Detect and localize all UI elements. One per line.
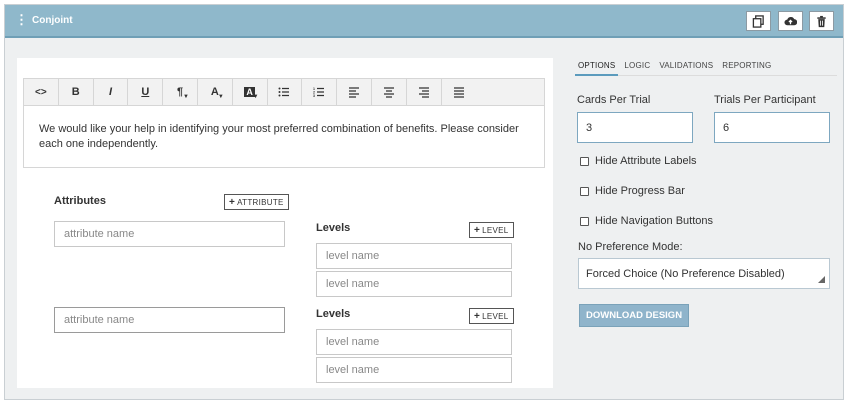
trash-icon [817, 15, 826, 27]
hide-attribute-labels-checkbox[interactable]: Hide Attribute Labels [580, 155, 697, 167]
levels-heading-1: Levels [316, 222, 351, 234]
svg-text:3: 3 [313, 94, 315, 98]
cards-per-trial-label: Cards Per Trial [577, 94, 651, 106]
bold-button[interactable]: B [59, 79, 94, 105]
code-button[interactable]: <> [24, 79, 59, 105]
plus-icon: + [474, 310, 481, 322]
options-sidebar: OPTIONS LOGIC VALIDATIONS REPORTING Cards P… [575, 58, 837, 388]
checkbox-box[interactable] [580, 216, 589, 226]
numbered-list-button[interactable]: 123 [302, 79, 338, 105]
rich-text-toolbar: <> B I U ¶ ▼ A ▼ A ▼ 1 2 3 [23, 78, 545, 106]
no-preference-mode-select[interactable]: Forced Choice (No Preference Disabled) [578, 258, 830, 289]
hide-navigation-buttons-checkbox[interactable]: Hide Navigation Buttons [580, 215, 713, 227]
conjoint-question-panel: ⋮ Conjoint <> B I U ¶ ▼ A ▼ A ▼ 1 2 3 We would like … [4, 4, 844, 400]
caret-icon: ▼ [217, 94, 224, 100]
justify-icon [453, 86, 465, 98]
question-text-editor[interactable]: We would like your help in identifying y… [23, 106, 545, 168]
level-name-input-2a[interactable]: level name [316, 329, 512, 355]
bold-icon: B [71, 86, 80, 98]
justify-button[interactable] [442, 79, 477, 105]
highlight-button[interactable]: A ▼ [233, 79, 268, 105]
tab-reporting[interactable]: REPORTING [719, 58, 774, 76]
add-level-button-2[interactable]: + LEVEL [469, 308, 514, 324]
checkbox-box[interactable] [580, 156, 589, 166]
align-right-button[interactable] [407, 79, 442, 105]
italic-button[interactable]: I [94, 79, 129, 105]
copy-button[interactable] [746, 11, 771, 31]
trials-per-participant-input[interactable]: 6 [714, 112, 830, 143]
upload-button[interactable] [778, 11, 803, 31]
align-center-icon [383, 86, 395, 98]
add-attribute-button[interactable]: + ATTRIBUTE [224, 194, 289, 210]
options-tabs: OPTIONS LOGIC VALIDATIONS REPORTING [575, 58, 837, 76]
attributes-heading: Attributes [54, 195, 106, 207]
no-preference-mode-label: No Preference Mode: [578, 241, 683, 253]
underline-button[interactable]: U [128, 79, 164, 105]
add-level-button-1[interactable]: + LEVEL [469, 222, 514, 238]
trials-per-participant-label: Trials Per Participant [714, 94, 816, 106]
align-center-button[interactable] [372, 79, 407, 105]
paragraph-button[interactable]: ¶ ▼ [163, 79, 198, 105]
copy-icon [752, 14, 764, 28]
tab-options[interactable]: OPTIONS [575, 58, 619, 76]
plus-icon: + [229, 196, 236, 208]
align-left-button[interactable] [337, 79, 372, 105]
font-color-button[interactable]: A ▼ [198, 79, 233, 105]
upload-icon [784, 16, 797, 25]
question-editor-area: <> B I U ¶ ▼ A ▼ A ▼ 1 2 3 We would like your help i… [17, 58, 553, 388]
italic-icon: I [108, 86, 113, 98]
level-name-input-2b[interactable]: level name [316, 357, 512, 383]
align-left-icon [348, 86, 360, 98]
caret-icon: ▼ [252, 94, 259, 100]
level-name-input-1b[interactable]: level name [316, 271, 512, 297]
numbered-list-icon: 123 [313, 86, 325, 98]
code-icon: <> [35, 86, 47, 98]
caret-icon: ▼ [183, 94, 189, 100]
delete-button[interactable] [809, 11, 834, 31]
attribute-name-input-1[interactable]: attribute name [54, 221, 285, 247]
bullet-list-button[interactable] [268, 79, 303, 105]
plus-icon: + [474, 224, 481, 236]
tab-validations[interactable]: VALIDATIONS [656, 58, 716, 76]
dropdown-arrow-icon [818, 276, 825, 283]
download-design-button[interactable]: DOWNLOAD DESIGN [579, 304, 690, 327]
bullet-list-icon [278, 86, 290, 98]
underline-icon: U [141, 86, 150, 98]
levels-heading-2: Levels [316, 308, 351, 320]
align-right-icon [418, 86, 430, 98]
kebab-icon[interactable]: ⋮ [15, 13, 28, 27]
question-header: ⋮ Conjoint [5, 5, 843, 38]
tab-logic[interactable]: LOGIC [621, 58, 653, 76]
hide-progress-bar-checkbox[interactable]: Hide Progress Bar [580, 185, 685, 197]
checkbox-box[interactable] [580, 186, 589, 196]
attribute-name-input-2[interactable]: attribute name [54, 307, 285, 333]
cards-per-trial-input[interactable]: 3 [577, 112, 693, 143]
level-name-input-1a[interactable]: level name [316, 243, 512, 269]
question-title: Conjoint [32, 15, 73, 26]
